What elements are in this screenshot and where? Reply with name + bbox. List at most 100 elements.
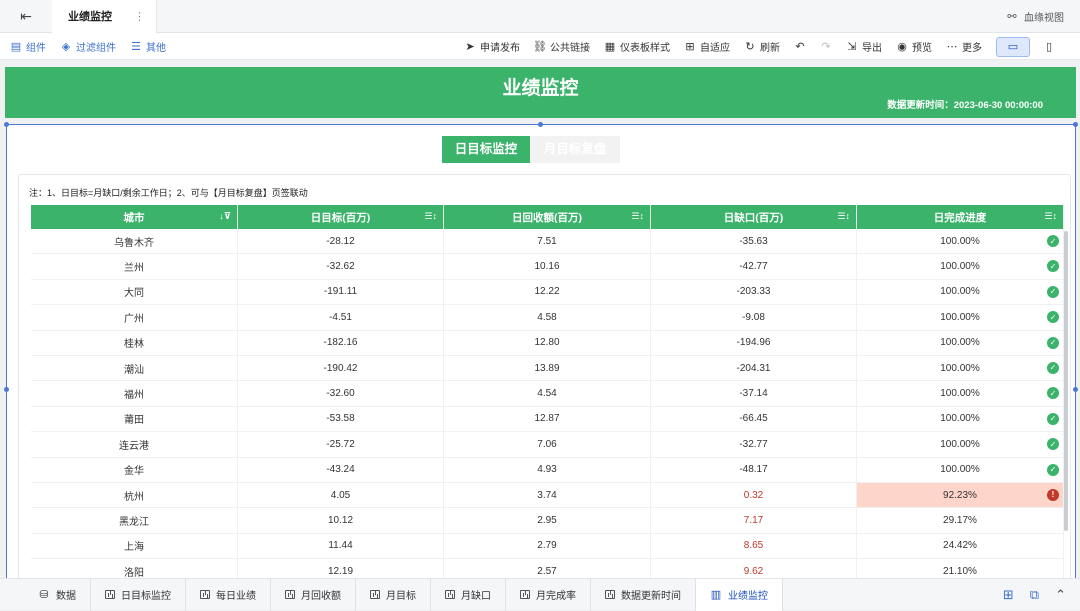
cell-target-value: 12.19 bbox=[327, 565, 354, 577]
table-panel: 注：1、日目标=月缺口/剩余工作日；2、可与【月目标复盘】页签联动 城市 ↓⊽ 日目… bbox=[18, 174, 1071, 578]
resize-handle[interactable] bbox=[4, 122, 9, 127]
collapse-icon[interactable]: ⇤ bbox=[0, 0, 52, 33]
bottom-tab[interactable]: 每日业绩 bbox=[186, 578, 271, 611]
table-row[interactable]: 连云港 -25.72 7.06 -32.77 100.00% ✓ bbox=[31, 432, 1064, 458]
cell-recv: 4.54 bbox=[444, 381, 651, 406]
cell-recv: 7.51 bbox=[444, 229, 651, 254]
bottom-tab[interactable]: ⛁ 数据 bbox=[0, 578, 91, 611]
table-row[interactable]: 上海 11.44 2.79 8.65 24.42% bbox=[31, 533, 1064, 560]
fit-icon: ⊞ bbox=[685, 41, 695, 53]
preview-button[interactable]: ◉ 预览 bbox=[896, 39, 932, 54]
resize-handle[interactable] bbox=[1073, 122, 1078, 127]
column-header[interactable]: 日缺口(百万) ☰↕ bbox=[651, 205, 857, 229]
cell-gap-value: -9.08 bbox=[742, 311, 765, 323]
filter-icon: ◈ bbox=[61, 40, 71, 53]
mobile-view-icon[interactable]: ▯ bbox=[1032, 37, 1066, 57]
column-header[interactable]: 日目标(百万) ☰↕ bbox=[238, 205, 444, 229]
add-chart-icon[interactable]: ⊞ bbox=[1003, 587, 1014, 603]
table-row[interactable]: 洛阳 12.19 2.57 9.62 21.10% bbox=[31, 559, 1064, 578]
link-button[interactable]: ⛓ 公共链接 bbox=[533, 39, 590, 54]
more-button[interactable]: ⋯ 更多 bbox=[946, 39, 983, 54]
vertical-scrollbar[interactable] bbox=[1064, 231, 1068, 531]
cell-progress-value: 100.00% bbox=[940, 362, 980, 374]
refresh-button[interactable]: ↻ 刷新 bbox=[744, 39, 780, 54]
export-button[interactable]: ⇲ 导出 bbox=[846, 39, 882, 54]
tab-strip: 日目标监控 月目标复盘 bbox=[442, 136, 620, 163]
cell-gap-value: -66.45 bbox=[739, 413, 768, 425]
other-label: 其他 bbox=[146, 42, 166, 54]
sort-icon[interactable]: ☰↕ bbox=[631, 211, 644, 222]
bottom-tab[interactable]: ▥ 业绩监控 bbox=[696, 578, 783, 611]
cell-recv-value: 10.16 bbox=[534, 261, 560, 273]
send-button[interactable]: ➤ 申请发布 bbox=[464, 39, 520, 54]
cell-gap: 8.65 bbox=[651, 533, 857, 559]
cell-target: 12.19 bbox=[238, 559, 444, 578]
check-circle-icon: ✓ bbox=[1047, 235, 1059, 247]
link-label: 公共链接 bbox=[550, 43, 590, 54]
bottom-tab[interactable]: 日目标监控 bbox=[91, 578, 186, 611]
component-button[interactable]: ▤ 组件 bbox=[10, 39, 46, 54]
cell-target: -190.42 bbox=[238, 355, 444, 381]
lineage-button[interactable]: ⚯ 血缘视图 bbox=[1006, 0, 1064, 33]
check-circle-icon: ✓ bbox=[1047, 311, 1059, 324]
bottom-tab-label: 数据 bbox=[56, 591, 76, 602]
cell-city: 兰州 bbox=[31, 254, 238, 279]
cell-progress: 100.00% ✓ bbox=[857, 330, 1064, 355]
resize-handle[interactable] bbox=[1073, 387, 1078, 392]
undo-icon[interactable]: ↶ bbox=[794, 41, 806, 53]
cell-gap-value: -35.63 bbox=[739, 235, 768, 247]
tab-monthly-review[interactable]: 月目标复盘 bbox=[530, 136, 620, 163]
bottom-tab[interactable]: 月回收额 bbox=[271, 578, 356, 611]
sort-icon[interactable]: ☰↕ bbox=[424, 211, 437, 222]
table-row[interactable]: 大同 -191.11 12.22 -203.33 100.00% ✓ bbox=[31, 279, 1064, 306]
other-button[interactable]: ☰ 其他 bbox=[130, 39, 166, 54]
dashboard-tab[interactable]: 业绩监控 ⋮ bbox=[52, 0, 157, 33]
refresh-label: 刷新 bbox=[760, 43, 780, 54]
style-button[interactable]: ▦ 仪表板样式 bbox=[604, 39, 670, 54]
cell-target: -182.16 bbox=[238, 330, 444, 355]
bottom-tab-label: 月回收额 bbox=[301, 591, 341, 602]
bottom-tab[interactable]: 月缺口 bbox=[431, 578, 506, 611]
table-row[interactable]: 兰州 -32.62 10.16 -42.77 100.00% ✓ bbox=[31, 254, 1064, 280]
resize-handle[interactable] bbox=[4, 387, 9, 392]
table-row[interactable]: 莆田 -53.58 12.87 -66.45 100.00% ✓ bbox=[31, 406, 1064, 433]
cell-recv-value: 2.95 bbox=[537, 514, 557, 526]
table-row[interactable]: 杭州 4.05 3.74 0.32 92.23%! bbox=[31, 482, 1064, 509]
table-row[interactable]: 广州 -4.51 4.58 -9.08 100.00% ✓ bbox=[31, 305, 1064, 331]
selected-widget[interactable]: 日目标监控 月目标复盘 注：1、日目标=月缺口/剩余工作日；2、可与【月目标复盘】… bbox=[4, 122, 1078, 578]
column-header-label: 日缺口(百万) bbox=[723, 211, 784, 224]
sort-desc-icon[interactable]: ↓⊽ bbox=[219, 211, 231, 222]
table-row[interactable]: 黑龙江 10.12 2.95 7.17 29.17% bbox=[31, 508, 1064, 534]
table-row[interactable]: 乌鲁木齐 -28.12 7.51 -35.63 100.00% ✓ bbox=[31, 229, 1064, 255]
filter-button[interactable]: ◈ 过滤组件 bbox=[60, 39, 116, 54]
column-header-label: 城市 bbox=[123, 211, 145, 224]
export-label: 导出 bbox=[862, 43, 882, 54]
table-row[interactable]: 桂林 -182.16 12.80 -194.96 100.00% ✓ bbox=[31, 330, 1064, 356]
cell-recv-value: 4.54 bbox=[537, 388, 557, 400]
column-header[interactable]: 城市 ↓⊽ bbox=[31, 205, 238, 229]
sort-icon[interactable]: ☰↕ bbox=[1044, 211, 1057, 222]
cell-progress: 21.10% bbox=[857, 559, 1064, 578]
tab-daily-target[interactable]: 日目标监控 bbox=[442, 136, 530, 163]
fit-button[interactable]: ⊞ 自适应 bbox=[684, 39, 730, 54]
toolbar: ▤ 组件 ◈ 过滤组件 ☰ 其他 ➤ 申请发布 ⛓ 公共链接 ▦ 仪表板样式 ⊞ 自适应 ↻ 刷新 ↶ ↷ ⇲ 导出… bbox=[0, 33, 1080, 60]
cell-progress-value: 100.00% bbox=[940, 235, 980, 247]
bottom-tab-bar: ⛁ 数据 日目标监控 每日业绩 月回收额 月目标 月缺口 月完成率 数据更新时间 ▥ 业绩监控 ⊞ ⧉ ⌃ bbox=[0, 578, 1080, 611]
column-header[interactable]: 日完成进度 ☰↕ bbox=[857, 205, 1064, 229]
tab-menu-icon[interactable]: ⋮ bbox=[134, 10, 145, 23]
bottom-tab[interactable]: 月完成率 bbox=[506, 578, 591, 611]
sort-icon[interactable]: ☰↕ bbox=[837, 211, 850, 222]
bottom-tab[interactable]: 月目标 bbox=[356, 578, 431, 611]
column-header[interactable]: 日回收额(百万) ☰↕ bbox=[444, 205, 651, 229]
table-row[interactable]: 福州 -32.60 4.54 -37.14 100.00% ✓ bbox=[31, 381, 1064, 407]
table-row[interactable]: 金华 -43.24 4.93 -48.17 100.00% ✓ bbox=[31, 457, 1064, 483]
add-dashboard-icon[interactable]: ⧉ bbox=[1030, 587, 1039, 603]
desktop-view-icon[interactable]: ▭ bbox=[996, 36, 1030, 57]
table-row[interactable]: 潮汕 -190.42 13.89 -204.31 100.00% ✓ bbox=[31, 355, 1064, 382]
toolbar-right: ➤ 申请发布 ⛓ 公共链接 ▦ 仪表板样式 ⊞ 自适应 ↻ 刷新 ↶ ↷ ⇲ 导出 ◉ 预览 ⋯ 更多 ▭ ▯ bbox=[464, 33, 1066, 60]
cell-recv-value: 2.79 bbox=[537, 540, 557, 552]
resize-handle[interactable] bbox=[538, 122, 543, 127]
data-table: 城市 ↓⊽ 日目标(百万) ☰↕ 日回收额(百万) ☰↕ 日缺口(百万) ☰↕ 日完成进度 ☰↕ … bbox=[31, 205, 1064, 578]
bottom-tab[interactable]: 数据更新时间 bbox=[591, 578, 696, 611]
expand-up-icon[interactable]: ⌃ bbox=[1055, 587, 1066, 603]
